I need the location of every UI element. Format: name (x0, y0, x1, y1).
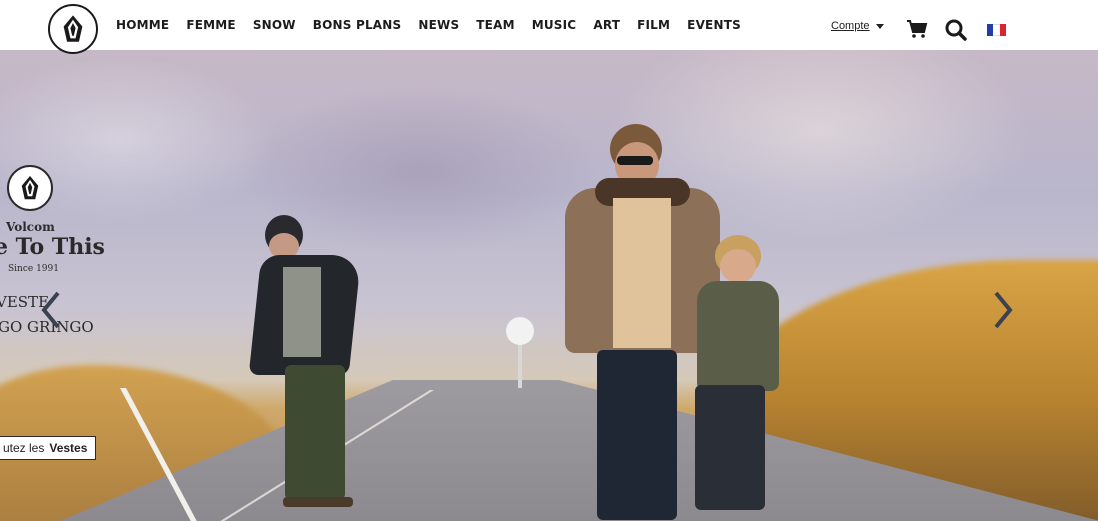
skater-left (248, 215, 375, 515)
brand-since: Since 1991 (8, 264, 59, 274)
main-nav: Homme Femme Snow Bons Plans News Team Mu… (116, 18, 741, 32)
chevron-left-icon (41, 291, 60, 329)
nav-item-music[interactable]: Music (532, 18, 577, 32)
hero-slider: Volcom e To This Since 1991 VESTE GO GRI… (0, 50, 1098, 521)
caret-down-icon (875, 23, 884, 29)
slider-next-button[interactable] (990, 290, 1016, 330)
flag-stripe-red (999, 24, 1006, 36)
volcom-stone-icon (21, 176, 39, 200)
volcom-stone-icon (63, 15, 83, 42)
slider-prev-button[interactable] (38, 290, 64, 330)
fr-flag-icon[interactable] (987, 24, 1006, 36)
skater-kid (675, 235, 785, 521)
nav-item-bons-plans[interactable]: Bons Plans (313, 18, 402, 32)
account-dropdown[interactable]: Compte (831, 20, 884, 32)
brand-tagline: e To This (0, 234, 105, 260)
nav-item-snow[interactable]: Snow (253, 18, 296, 32)
nav-item-homme[interactable]: Homme (116, 18, 169, 32)
nav-item-film[interactable]: Film (637, 18, 670, 32)
search-icon (945, 19, 967, 41)
shop-jackets-button[interactable]: utez les Vestes (0, 436, 97, 460)
cta-prefix: utez les (3, 441, 45, 455)
road-sign-pole (518, 343, 522, 388)
site-header: Homme Femme Snow Bons Plans News Team Mu… (0, 0, 1098, 54)
nav-item-art[interactable]: Art (593, 18, 620, 32)
cart-button[interactable] (906, 19, 928, 44)
nav-item-femme[interactable]: Femme (186, 18, 235, 32)
volcom-logo[interactable] (48, 4, 98, 54)
account-label: Compte (831, 20, 870, 32)
nav-item-news[interactable]: News (418, 18, 459, 32)
chevron-right-icon (994, 291, 1013, 329)
volcom-badge-logo (7, 165, 53, 211)
road-sign (506, 317, 534, 345)
cta-bold: Vestes (49, 441, 88, 455)
cart-icon (907, 20, 928, 38)
nav-item-events[interactable]: Events (687, 18, 741, 32)
nav-item-team[interactable]: Team (476, 18, 514, 32)
search-button[interactable] (945, 19, 967, 46)
brand-name: Volcom (6, 220, 55, 234)
